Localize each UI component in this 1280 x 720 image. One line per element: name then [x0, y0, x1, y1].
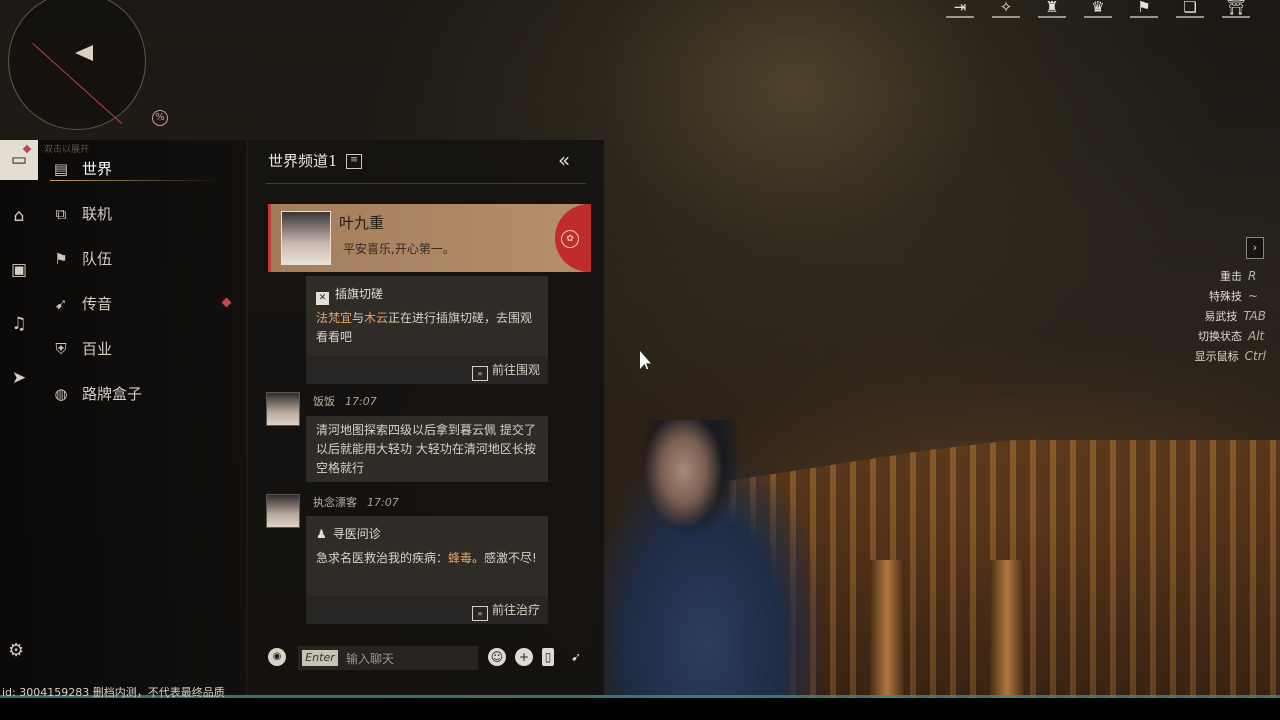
crossed-swords-icon: ✕	[316, 292, 329, 305]
unread-badge	[221, 297, 232, 308]
chat-input[interactable]	[344, 648, 476, 670]
world-icon: ▤	[53, 159, 69, 178]
compass-icon[interactable]: ✧	[992, 0, 1020, 18]
disease-name: 蜂毒	[448, 551, 473, 565]
event-text: 法梵宜与木云正在进行插旗切磋，去围观看看吧	[316, 311, 533, 344]
keybind-row: 切换状态 Alt	[1198, 329, 1265, 343]
category-world[interactable]: ▤ 世界	[50, 146, 230, 191]
bird-send-icon[interactable]: ➹	[567, 648, 585, 666]
gourd-icon: ♟	[316, 527, 327, 541]
divider	[266, 183, 586, 184]
forward-icon: »	[471, 366, 488, 381]
map-flag-icon[interactable]: ⚑	[1130, 0, 1158, 18]
keybind-hints: 重击 R 特殊技 ~ 易武技 TAB 切换状态 Alt 显示鼠标 Ctrl	[1195, 268, 1266, 368]
bird-icon: ➹	[54, 294, 68, 313]
player-arrow-icon	[75, 45, 93, 61]
keybind-row: 特殊技 ~	[1209, 289, 1259, 303]
armor-icon[interactable]: ♛	[1084, 0, 1112, 18]
lamp-icon[interactable]: ♜	[1038, 0, 1066, 18]
temple-pillar	[990, 560, 1024, 700]
player-name[interactable]: 木云	[364, 311, 388, 325]
chat-bubble-icon[interactable]: ▭	[0, 140, 38, 180]
send-icon[interactable]: ➤	[0, 358, 38, 398]
category-connect[interactable]: ⧉ 联机	[50, 191, 230, 236]
event-footer: » 前往围观	[306, 356, 548, 384]
home-icon[interactable]: ⌂	[0, 196, 38, 236]
notification-dot	[22, 144, 32, 154]
keybind-row: 易武技 TAB	[1204, 309, 1266, 323]
bell-icon[interactable]: ♫	[0, 304, 38, 344]
emoji-icon[interactable]: ☺	[488, 648, 506, 666]
event-title: ✕ 插旗切磋	[316, 285, 383, 305]
top-menu-bar: ⇥ ✧ ♜ ♛ ⚑ ❏ ⛩	[946, 0, 1250, 18]
text-message: 清河地图探索四级以后拿到暮云佩 提交了以后就能用大轻功 大轻功在清河地区长按空格…	[306, 416, 548, 482]
plus-icon[interactable]: +	[515, 648, 533, 666]
player-name[interactable]: 法梵宜	[316, 311, 352, 325]
event-footer: » 前往治疗	[306, 596, 548, 624]
category-label: 联机	[82, 205, 113, 223]
category-signpost[interactable]: ◍ 路牌盒子	[50, 371, 230, 416]
channel-title: 世界频道1	[268, 152, 338, 170]
category-whisper[interactable]: ➹ 传音	[50, 281, 232, 326]
event-title: ♟ 寻医问诊	[316, 527, 381, 541]
build-id-text: id: 3004159283 删档内测，不代表最终品质	[2, 686, 225, 699]
profile-card[interactable]: 叶九重 平安喜乐,开心第一。 ✿	[268, 204, 591, 272]
profile-motto: 平安喜乐,开心第一。	[343, 242, 455, 256]
bottom-bar	[0, 698, 1280, 720]
icon-rail: ▭ ⌂ ▣ ♫ ➤	[0, 140, 38, 695]
message-sender: 饭饭 17:07	[313, 395, 377, 408]
seal-decoration: ✿	[555, 204, 591, 272]
keybind-row: 重击 R	[1220, 269, 1257, 283]
keybind-row: 显示鼠标 Ctrl	[1194, 349, 1266, 363]
category-guild[interactable]: ⛨ 百业	[50, 326, 230, 371]
go-watch-button[interactable]: » 前往围观	[471, 361, 540, 381]
seal-icon: ✿	[561, 230, 579, 248]
category-team[interactable]: ⚑ 队伍	[50, 236, 230, 281]
category-label: 路牌盒子	[82, 385, 143, 403]
category-label: 队伍	[82, 250, 113, 268]
temple-pillar	[870, 560, 904, 700]
event-text: 急求名医救治我的疾病：蜂毒。感激不尽!	[316, 551, 537, 565]
category-label: 百业	[82, 340, 113, 358]
avatar	[281, 211, 331, 265]
forward-icon: »	[471, 606, 488, 621]
go-treat-button[interactable]: » 前往治疗	[471, 601, 540, 621]
book-icon[interactable]: ❏	[1176, 0, 1204, 18]
flag-icon: ⚑	[54, 249, 68, 268]
gate-icon[interactable]: ⛩	[1222, 0, 1250, 18]
chat-input-box: Enter	[298, 646, 478, 670]
event-message-doctor: ♟ 寻医问诊 急求名医救治我的疾病：蜂毒。感激不尽! » 前往治疗	[306, 516, 548, 624]
message-sender: 执念漂客 17:07	[313, 496, 399, 509]
message-text: 清河地图探索四级以后拿到暮云佩 提交了以后就能用大轻功 大轻功在清河地区长按空格…	[316, 423, 536, 475]
category-label: 世界	[82, 160, 113, 178]
expand-arrow-icon[interactable]: ›	[1246, 237, 1264, 259]
list-icon[interactable]: ≡	[346, 154, 362, 169]
category-label: 传音	[82, 295, 113, 313]
profile-name: 叶九重	[339, 214, 385, 232]
minimap-toggle-icon[interactable]: %	[152, 110, 168, 126]
signpost-icon: ◍	[54, 384, 68, 403]
collapse-arrow-icon[interactable]: «	[558, 148, 570, 172]
avatar[interactable]	[266, 392, 300, 426]
avatar[interactable]	[266, 494, 300, 528]
player-character	[570, 420, 840, 700]
event-message-flag-duel: ✕ 插旗切磋 法梵宜与木云正在进行插旗切磋，去围观看看吧 » 前往围观	[306, 276, 548, 384]
enter-key-hint: Enter	[302, 650, 338, 666]
guild-icon: ⛨	[55, 339, 67, 358]
exit-icon[interactable]: ⇥	[946, 0, 974, 18]
connect-icon: ⧉	[55, 204, 67, 223]
channel-category-list: ▤ 世界 ⧉ 联机 ⚑ 队伍 ➹ 传音 ⛨ 百业 ◍ 路牌盒子	[50, 146, 232, 416]
gear-icon[interactable]: ⚙	[8, 640, 24, 661]
voice-icon[interactable]: ◉	[268, 648, 286, 666]
contact-card-icon[interactable]: ▣	[0, 250, 38, 290]
phone-icon[interactable]: ▯	[542, 648, 554, 666]
